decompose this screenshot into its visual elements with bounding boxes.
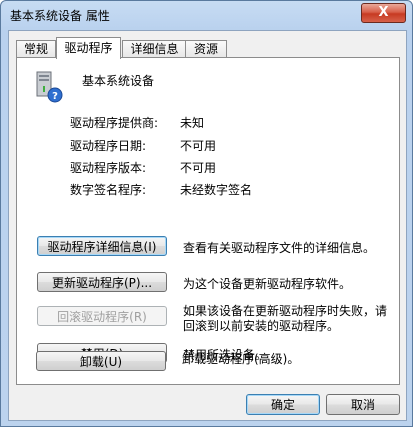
dialog-client: 常规 驱动程序 详细信息 资源 ? 基本系统设备 驱动程序提供商: 未知 驱动程… [8,30,407,421]
tab-driver[interactable]: 驱动程序 [56,37,121,59]
driver-panel: ? 基本系统设备 驱动程序提供商: 未知 驱动程序日期: 不可用 驱动程序版本:… [16,57,400,385]
device-name: 基本系统设备 [82,74,155,88]
version-value: 不可用 [180,161,217,175]
tab-resources[interactable]: 资源 [185,40,227,58]
cancel-button[interactable]: 取消 [326,394,400,415]
title-bar[interactable]: 基本系统设备 属性 X [1,1,412,29]
version-label: 驱动程序版本: [70,161,147,175]
date-label: 驱动程序日期: [70,139,147,153]
window-title: 基本系统设备 属性 [10,9,110,23]
driver-details-button[interactable]: 驱动程序详细信息(I) [37,236,167,256]
rollback-driver-button[interactable]: 回滚驱动程序(R) [37,306,167,326]
uninstall-button[interactable]: 卸载(U) [36,351,166,371]
device-question-icon: ? [36,71,63,103]
uninstall-desc: 卸载驱动程序(高级)。 [182,352,300,366]
date-value: 不可用 [180,139,217,153]
update-driver-desc: 为这个设备更新驱动程序软件。 [183,277,352,291]
rollback-driver-desc-line2: 回滚到以前安装的驱动程序。 [183,319,340,333]
close-button[interactable]: X [361,3,406,23]
provider-value: 未知 [180,116,205,130]
tab-details[interactable]: 详细信息 [122,40,187,58]
tab-general[interactable]: 常规 [16,40,56,58]
ok-button[interactable]: 确定 [246,394,320,415]
driver-details-desc: 查看有关驱动程序文件的详细信息。 [183,241,376,255]
update-driver-button[interactable]: 更新驱动程序(P)... [37,272,167,292]
properties-window: 基本系统设备 属性 X 常规 驱动程序 详细信息 资源 ? 基本系统设备 驱动程… [0,0,413,427]
svg-text:?: ? [52,91,58,102]
signer-value: 未经数字签名 [180,183,253,197]
signer-label: 数字签名程序: [70,183,147,197]
provider-label: 驱动程序提供商: [70,116,159,130]
